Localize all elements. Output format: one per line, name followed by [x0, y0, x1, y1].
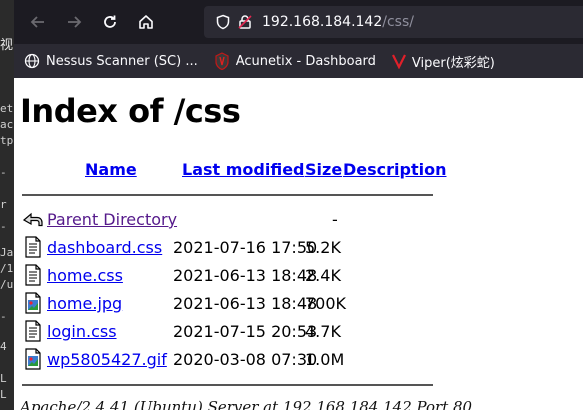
table-row-parent: Parent Directory -	[22, 208, 442, 236]
reload-icon	[104, 15, 116, 28]
file-link[interactable]: login.css	[47, 322, 117, 341]
bookmark-nessus[interactable]: Nessus Scanner (SC) ...	[24, 53, 198, 69]
bookmark-label: Nessus Scanner (SC) ...	[46, 53, 198, 69]
url-path: /css/	[382, 14, 414, 30]
terminal-line: 视	[0, 38, 14, 53]
table-row: home.css 2021-06-13 18:48 2.4K	[22, 264, 442, 292]
column-header-name[interactable]: Name	[85, 160, 137, 179]
table-row: login.css 2021-07-15 20:53 4.7K	[22, 320, 442, 348]
column-header-last-modified[interactable]: Last modified	[182, 160, 305, 179]
file-link[interactable]: dashboard.css	[47, 238, 162, 257]
file-size: 2.4K	[305, 266, 341, 285]
terminal-line: Ja	[0, 246, 14, 259]
home-button[interactable]	[130, 6, 162, 38]
terminal-line: /1	[0, 262, 14, 275]
page-title: Index of /css	[20, 92, 241, 130]
text-file-icon	[25, 320, 41, 342]
back-folder-icon	[22, 212, 43, 227]
back-arrow-icon	[30, 16, 44, 28]
browser-toolbar: 192.168.184.142/css/	[14, 0, 583, 44]
file-size: 4.7K	[305, 322, 341, 341]
column-header-size[interactable]: Size	[305, 160, 342, 179]
bookmark-acunetix[interactable]: Acunetix - Dashboard	[214, 52, 376, 70]
file-size: 700K	[305, 294, 347, 313]
file-modified: 2021-07-15 20:53	[173, 322, 318, 341]
image-file-icon	[25, 348, 41, 370]
parent-directory-link[interactable]: Parent Directory	[47, 210, 177, 229]
sort-by-description-link[interactable]: Description	[343, 160, 446, 179]
file-link[interactable]: home.jpg	[47, 294, 122, 313]
reload-button[interactable]	[94, 6, 126, 38]
file-modified: 2021-07-16 17:50	[173, 238, 318, 257]
file-modified: 2021-06-13 18:48	[173, 294, 318, 313]
table-row: home.jpg 2021-06-13 18:48 700K	[22, 292, 442, 320]
back-button[interactable]	[22, 6, 54, 38]
file-modified: 2021-06-13 18:48	[173, 266, 318, 285]
acunetix-icon	[214, 52, 230, 70]
page-content: Index of /css Name Last modified Size De…	[14, 78, 583, 410]
bookmark-label: Acunetix - Dashboard	[235, 53, 376, 69]
tracking-protection-icon[interactable]	[212, 14, 234, 30]
table-row: dashboard.css 2021-07-16 17:50 5.2K	[22, 236, 442, 264]
file-link[interactable]: wp5805427.gif	[47, 350, 167, 369]
file-size: 5.2K	[305, 238, 341, 257]
sort-by-name-link[interactable]: Name	[85, 160, 137, 179]
file-size: -	[332, 210, 338, 229]
file-modified: 2020-03-08 07:30	[173, 350, 318, 369]
terminal-line: tp	[0, 134, 14, 147]
bookmark-viper[interactable]: Viper(炫彩蛇)	[391, 52, 495, 71]
background-terminal: 视 et ac tp - r - Ja /1 /u - 4 L L	[0, 0, 14, 410]
terminal-line: 4	[0, 340, 7, 353]
terminal-line: ac	[0, 118, 14, 131]
header-divider	[22, 194, 433, 196]
file-link[interactable]: home.css	[47, 266, 123, 285]
address-bar[interactable]: 192.168.184.142/css/	[204, 6, 583, 38]
terminal-line: et	[0, 102, 14, 115]
terminal-line: L	[0, 372, 7, 385]
server-signature: Apache/2.4.41 (Ubuntu) Server at 192.168…	[20, 398, 473, 410]
terminal-line: /u	[0, 278, 14, 291]
url-host: 192.168.184.142	[262, 14, 383, 30]
terminal-line: -	[0, 220, 7, 233]
home-icon	[139, 15, 153, 29]
image-file-icon	[25, 292, 41, 314]
table-row: wp5805427.gif 2020-03-08 07:30 1.0M	[22, 348, 442, 376]
column-header-description[interactable]: Description	[343, 160, 446, 179]
text-file-icon	[25, 264, 41, 286]
file-size: 1.0M	[305, 350, 345, 369]
terminal-line: L	[0, 388, 7, 401]
bookmark-label: Viper(炫彩蛇)	[411, 55, 495, 71]
terminal-line: r	[0, 198, 7, 211]
text-file-icon	[25, 236, 41, 258]
insecure-lock-icon[interactable]	[234, 14, 256, 30]
terminal-line: -	[0, 166, 7, 179]
forward-arrow-icon	[68, 16, 82, 28]
viper-icon	[391, 53, 406, 69]
sort-by-modified-link[interactable]: Last modified	[182, 160, 305, 179]
footer-divider	[22, 384, 433, 386]
sort-by-size-link[interactable]: Size	[305, 160, 342, 179]
forward-button[interactable]	[58, 6, 90, 38]
bookmarks-toolbar: Nessus Scanner (SC) ... Acunetix - Dashb…	[14, 44, 583, 78]
globe-icon	[24, 53, 40, 69]
terminal-line: -	[0, 310, 7, 323]
